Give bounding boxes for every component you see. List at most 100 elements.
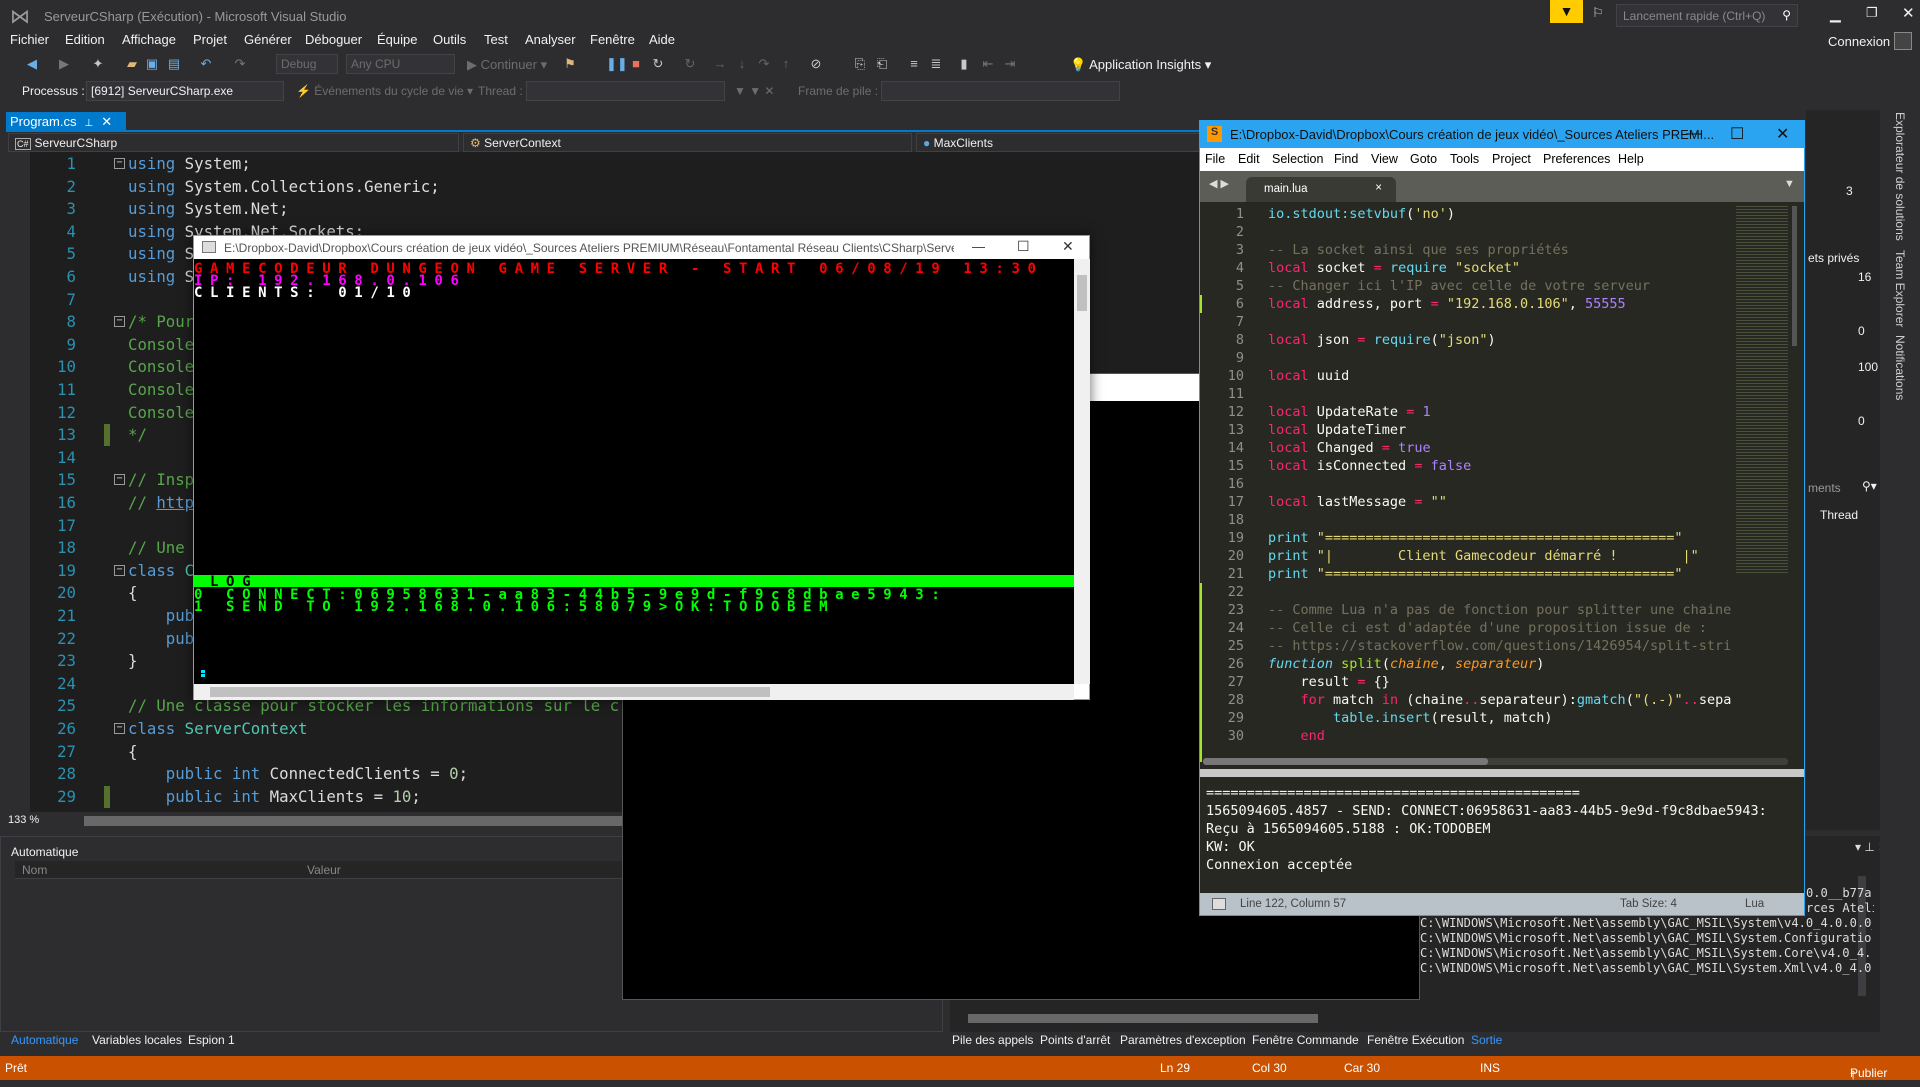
notification-flag-icon[interactable]: ▼ xyxy=(1550,0,1583,23)
console-maximize-button[interactable]: ☐ xyxy=(1017,238,1030,255)
bookmark-icon[interactable]: ▮ xyxy=(956,56,972,72)
console-output[interactable]: GAMECODEUR DUNGEON GAME SERVER - START 0… xyxy=(194,259,1074,684)
sublime-minimize-button[interactable]: — xyxy=(1686,125,1702,143)
menu-preferences[interactable]: Preferences xyxy=(1543,152,1610,166)
tab-list-dropdown-icon[interactable]: ▼ xyxy=(1784,178,1795,190)
find-process-icon[interactable]: ⚑ xyxy=(562,56,578,72)
menu-fichier[interactable]: Fichier xyxy=(10,32,49,47)
collapse-toggle-icon[interactable]: − xyxy=(114,564,125,576)
tab-watch1[interactable]: Espion 1 xyxy=(188,1033,235,1047)
tab-autos[interactable]: Automatique xyxy=(11,1033,78,1047)
feedback-icon[interactable]: ⚐ xyxy=(1592,5,1604,21)
tab-exception-settings[interactable]: Paramètres d'exception xyxy=(1120,1033,1246,1047)
menu-projet[interactable]: Projet xyxy=(193,32,227,47)
breakpoints-icon[interactable]: ⊘ xyxy=(808,56,824,72)
zoom-level-dropdown[interactable]: 133 % xyxy=(8,814,39,826)
tab-team-explorer[interactable]: Team Explorer xyxy=(1893,250,1907,327)
close-button[interactable]: ✕ xyxy=(1902,4,1915,22)
tab-solution-explorer[interactable]: Explorateur de solutions xyxy=(1893,112,1907,241)
menu-aide[interactable]: Aide xyxy=(649,32,675,47)
menu-edit[interactable]: Edit xyxy=(1238,152,1260,166)
bookmark-prev-icon[interactable]: ⇤ xyxy=(980,56,996,72)
tab-breakpoints[interactable]: Points d'arrêt xyxy=(1040,1033,1110,1047)
menu-find[interactable]: Find xyxy=(1334,152,1358,166)
new-project-icon[interactable]: ✦ xyxy=(90,56,106,72)
sublime-hscroll-thumb[interactable] xyxy=(1203,758,1488,765)
console-vscrollbar[interactable] xyxy=(1074,259,1090,684)
collapse-toggle-icon[interactable]: − xyxy=(114,158,125,169)
sublime-editor[interactable]: 1 io.stdout:setvbuf('no') 2 3 -- La socket a… xyxy=(1200,202,1800,762)
column-name[interactable]: Nom xyxy=(22,863,47,877)
sublime-close-button[interactable]: ✕ xyxy=(1776,124,1789,144)
tab-immediate-window[interactable]: Fenêtre Exécution xyxy=(1367,1033,1464,1047)
uncomment-icon[interactable]: ≣ xyxy=(928,56,944,72)
tab-program-cs[interactable]: Program.cs ⊥ ✕ xyxy=(6,112,126,131)
menu-generer[interactable]: Générer xyxy=(244,32,292,47)
quick-launch-input[interactable]: Lancement rapide (Ctrl+Q) ⚲ xyxy=(1616,4,1798,27)
sublime-titlebar[interactable]: S E:\Dropbox-David\Dropbox\Cours créatio… xyxy=(1200,121,1804,148)
save-icon[interactable]: ▣ xyxy=(144,56,160,72)
tab-nav-arrows-icon[interactable]: ◀ ▶ xyxy=(1209,177,1229,190)
tab-command-window[interactable]: Fenêtre Commande xyxy=(1252,1033,1359,1047)
navigate-forward-icon[interactable]: ▶ xyxy=(56,56,72,72)
sublime-maximize-button[interactable]: ☐ xyxy=(1730,124,1744,144)
step-into-icon[interactable]: ↓ xyxy=(734,56,750,71)
output-hscrollbar[interactable] xyxy=(968,1014,1318,1023)
pin-icon[interactable]: ⊥ xyxy=(84,118,93,129)
save-all-icon[interactable]: ▤ xyxy=(166,56,182,72)
menu-project[interactable]: Project xyxy=(1492,152,1531,166)
sublime-vscrollbar[interactable] xyxy=(1792,206,1797,346)
account-avatar-icon[interactable] xyxy=(1894,32,1912,50)
menu-affichage[interactable]: Affichage xyxy=(122,32,176,47)
undo-icon[interactable]: ↶ xyxy=(198,56,214,72)
minimap[interactable] xyxy=(1736,204,1788,574)
tab-main-lua[interactable]: main.lua × xyxy=(1246,177,1396,202)
tab-notifications[interactable]: Notifications xyxy=(1893,335,1907,400)
menu-selection[interactable]: Selection xyxy=(1272,152,1323,166)
continue-button[interactable]: ▶ Continuer ▾ xyxy=(467,57,547,73)
menu-edition[interactable]: Edition xyxy=(65,32,105,47)
tab-output[interactable]: Sortie xyxy=(1471,1033,1502,1047)
pause-icon[interactable]: ❚❚ xyxy=(606,56,628,72)
collapse-toggle-icon[interactable]: − xyxy=(114,316,125,328)
thread-column-header[interactable]: Thread xyxy=(1820,508,1858,522)
class-dropdown[interactable]: ⚙ ServerContext xyxy=(463,133,912,152)
editor-hscrollbar[interactable] xyxy=(84,816,624,826)
search-icon[interactable]: ⚲▾ xyxy=(1862,479,1877,493)
console-hscrollbar[interactable] xyxy=(194,684,1074,700)
step-over-icon[interactable]: → xyxy=(712,56,728,71)
member-dropdown[interactable]: ● MaxClients xyxy=(916,133,1200,152)
column-value[interactable]: Valeur xyxy=(307,863,341,877)
sublime-hscrollbar[interactable] xyxy=(1203,758,1788,765)
comment-icon[interactable]: ≡ xyxy=(906,56,922,71)
process-dropdown[interactable]: [6912] ServeurCSharp.exe xyxy=(86,81,284,101)
menu-file[interactable]: File xyxy=(1205,152,1225,166)
signin-link[interactable]: Connexion xyxy=(1828,34,1890,49)
stack-icon[interactable]: ⎗ xyxy=(874,56,890,72)
events-search-label[interactable]: ments xyxy=(1808,481,1841,495)
collapse-toggle-icon[interactable]: − xyxy=(114,723,125,734)
thread-icon[interactable]: ⎘ xyxy=(852,56,868,72)
stop-icon[interactable]: ■ xyxy=(628,56,644,71)
navigate-back-icon[interactable]: ◀ xyxy=(24,56,40,72)
panel-toggle-icon[interactable] xyxy=(1212,898,1226,910)
menu-view[interactable]: View xyxy=(1371,152,1398,166)
menu-goto[interactable]: Goto xyxy=(1410,152,1437,166)
restart-icon[interactable]: ↻ xyxy=(650,56,666,72)
menu-fenetre[interactable]: Fenêtre xyxy=(590,32,635,47)
open-file-icon[interactable]: ▰ xyxy=(124,56,140,72)
application-insights-button[interactable]: 💡 Application Insights ▾ xyxy=(1070,57,1211,73)
collapse-toggle-icon[interactable]: − xyxy=(114,474,125,486)
step-out-icon[interactable]: ↑ xyxy=(778,56,794,71)
syntax-mode[interactable]: Lua xyxy=(1745,898,1764,910)
menu-deboguer[interactable]: Déboguer xyxy=(305,32,362,47)
menu-tools[interactable]: Tools xyxy=(1450,152,1479,166)
server-console-window[interactable]: E:\Dropbox-David\Dropbox\Cours création … xyxy=(193,235,1090,700)
configuration-dropdown[interactable]: Debug xyxy=(276,54,338,74)
menu-equipe[interactable]: Équipe xyxy=(377,32,417,47)
bookmark-next-icon[interactable]: ⇥ xyxy=(1002,56,1018,72)
step-back-icon[interactable]: ↷ xyxy=(756,56,772,72)
menu-help[interactable]: Help xyxy=(1618,152,1644,166)
tab-close-icon[interactable]: ✕ xyxy=(101,114,112,129)
redo-icon[interactable]: ↷ xyxy=(232,56,248,72)
